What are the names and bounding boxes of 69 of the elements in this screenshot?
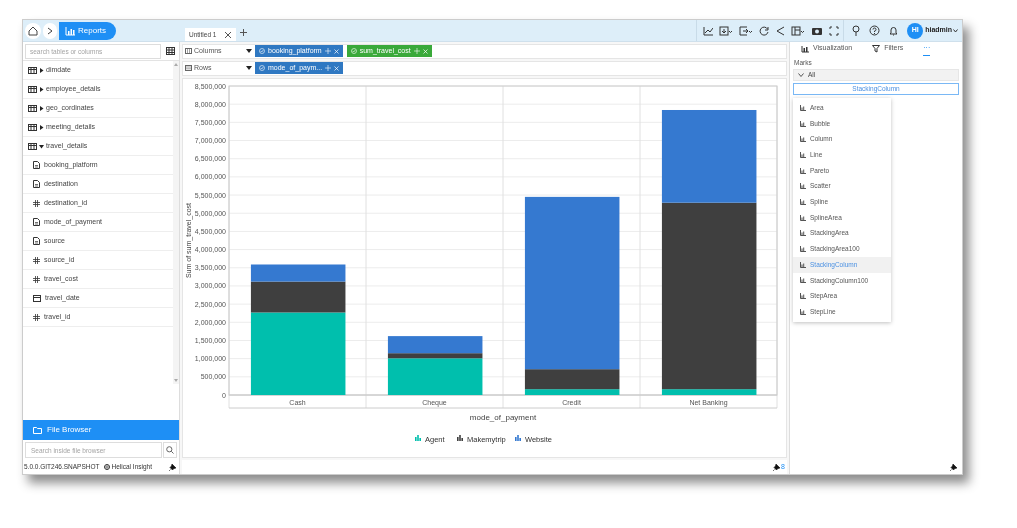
hash-icon [33, 313, 40, 321]
lightbulb-icon[interactable] [852, 25, 861, 36]
calendar-icon [33, 294, 41, 302]
caret-right-icon[interactable] [39, 105, 44, 111]
share-icon[interactable] [775, 25, 786, 36]
legend-swatch-icon [515, 434, 521, 441]
caret-right-icon[interactable] [39, 67, 44, 73]
chevron-right-icon [47, 26, 53, 35]
filter-icon [872, 44, 881, 53]
caret-right-icon[interactable] [39, 124, 44, 130]
hash-icon [33, 199, 40, 207]
export-dropdown-icon[interactable] [739, 25, 754, 36]
scroll-up-icon [174, 63, 178, 66]
document-icon [33, 180, 40, 188]
chart-type-icon [800, 136, 806, 143]
table-icon [28, 66, 37, 74]
layout-dropdown-icon[interactable] [791, 25, 806, 36]
table-icon [28, 142, 37, 150]
chart-type-icon [800, 230, 806, 237]
caret-down-icon[interactable] [39, 143, 44, 149]
notification-bell-icon[interactable] [889, 25, 899, 36]
hash-icon [33, 275, 40, 283]
globe-icon [103, 464, 110, 470]
caret-right-icon[interactable] [39, 86, 44, 92]
document-icon [33, 161, 40, 169]
scrollbar[interactable] [173, 61, 179, 384]
pin-icon[interactable] [950, 463, 957, 471]
search-icon [166, 446, 174, 454]
document-icon [33, 237, 40, 245]
bar-chart-icon [65, 25, 75, 36]
line-chart-icon[interactable] [703, 25, 714, 36]
x-axis-title: mode_of_payment [469, 412, 537, 422]
fullscreen-icon[interactable] [829, 25, 840, 36]
chart-type-icon [800, 293, 806, 300]
folder-icon [33, 426, 42, 434]
help-icon[interactable] [869, 25, 881, 36]
hash-icon [33, 256, 40, 264]
add-tab-icon[interactable] [240, 29, 248, 36]
pin-icon[interactable] [169, 463, 176, 471]
legend-swatch-icon [415, 434, 421, 441]
chevron-down-icon [798, 72, 804, 77]
table-icon [28, 85, 37, 93]
search-button[interactable] [163, 442, 177, 458]
chart-type-icon [800, 261, 806, 268]
bar-chart-icon [801, 44, 809, 53]
refresh-icon[interactable] [759, 25, 770, 36]
chart-type-icon [800, 198, 806, 205]
home-icon [28, 25, 38, 36]
chart-type-icon [800, 277, 806, 284]
pin-icon[interactable] [773, 463, 781, 471]
save-dropdown-icon[interactable] [719, 25, 734, 36]
chart-type-icon [800, 167, 806, 174]
table-icon [28, 104, 37, 112]
home-button[interactable] [25, 22, 41, 39]
camera-icon[interactable] [811, 25, 824, 36]
chart-type-icon [800, 104, 806, 111]
caret-icon [953, 28, 958, 33]
table-icon [165, 47, 175, 55]
scroll-down-icon [174, 379, 178, 382]
close-icon[interactable] [224, 30, 233, 39]
document-icon [33, 218, 40, 226]
chart-type-icon [800, 246, 806, 253]
table-icon [28, 123, 37, 131]
legend-swatch-icon [457, 434, 463, 441]
chart-type-icon [800, 183, 806, 190]
chart-type-icon [800, 151, 806, 158]
chart-type-icon [800, 120, 806, 127]
chart-type-icon [800, 214, 806, 221]
chart-type-icon [800, 308, 806, 315]
